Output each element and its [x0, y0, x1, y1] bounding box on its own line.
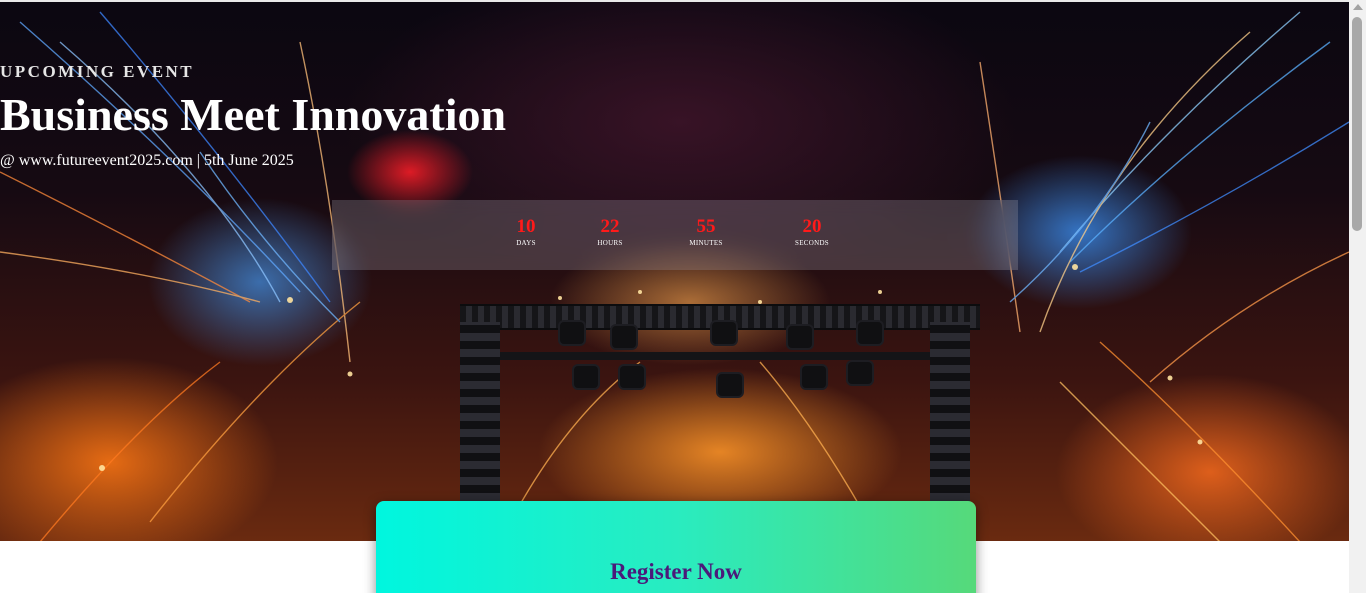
countdown-days-label: DAYS — [516, 239, 536, 247]
countdown-seconds-value: 20 — [802, 216, 822, 237]
stage-light — [620, 366, 644, 388]
stage-light — [560, 322, 584, 344]
countdown-hours-label: HOURS — [597, 239, 623, 247]
page: UPCOMING EVENT Business Meet Innovation … — [0, 0, 1349, 593]
stage-light — [848, 362, 872, 384]
stage-light — [612, 326, 636, 348]
event-eyebrow: UPCOMING EVENT — [0, 62, 195, 81]
stage-light — [712, 322, 736, 344]
scrollbar-thumb[interactable] — [1352, 17, 1362, 231]
event-website-date: @ www.futureevent2025.com | 5th June 202… — [0, 152, 294, 169]
countdown-seconds-label: SECONDS — [795, 239, 829, 247]
stage-light — [718, 374, 742, 396]
countdown-days: 10 DAYS — [486, 216, 566, 247]
countdown-seconds: 20 SECONDS — [772, 216, 852, 247]
countdown-hours-value: 22 — [600, 216, 620, 237]
register-now-button[interactable]: Register Now — [376, 559, 976, 585]
register-card: Register Now — [376, 501, 976, 593]
countdown-days-value: 10 — [516, 216, 536, 237]
stage-light — [802, 366, 826, 388]
countdown-hours: 22 HOURS — [570, 216, 650, 247]
vertical-scrollbar[interactable] — [1349, 0, 1366, 593]
stage-light — [574, 366, 598, 388]
countdown-timer: 10 DAYS 22 HOURS 55 MINUTES 20 SECONDS — [332, 200, 1018, 270]
page-title: Business Meet Innovation — [0, 89, 507, 140]
countdown-minutes-value: 55 — [696, 216, 716, 237]
scroll-up-arrow-icon[interactable] — [1353, 4, 1363, 10]
stage-light — [858, 322, 882, 344]
truss-lower-beam — [490, 352, 960, 360]
hero-banner: UPCOMING EVENT Business Meet Innovation … — [0, 2, 1349, 541]
countdown-minutes: 55 MINUTES — [666, 216, 746, 247]
countdown-minutes-label: MINUTES — [689, 239, 723, 247]
stage-light — [788, 326, 812, 348]
